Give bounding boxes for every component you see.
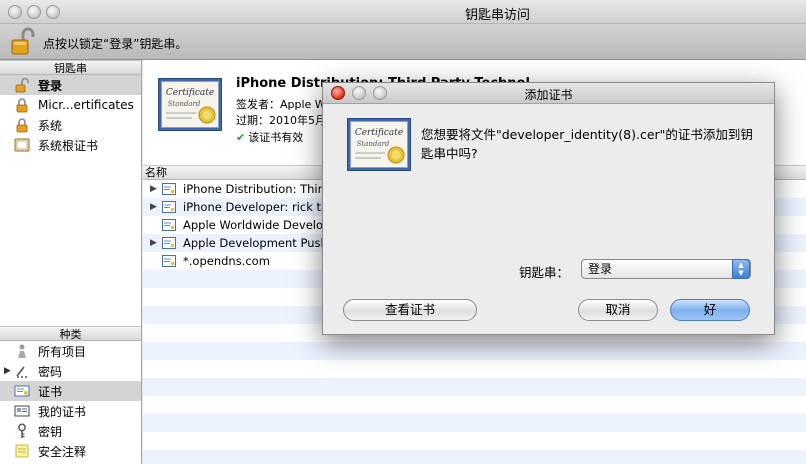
certificate-icon xyxy=(162,255,176,267)
lock-open-icon[interactable] xyxy=(9,27,37,57)
certificate-icon xyxy=(162,201,176,213)
certificate-status: ✔ 该证书有效 xyxy=(236,129,303,145)
sidebar-keychain-microsoft-certificates[interactable]: Micr...ertificates xyxy=(0,95,141,115)
disclosure-triangle-icon[interactable]: ▶ xyxy=(150,202,157,212)
categories-header: 种类 xyxy=(0,326,141,341)
window-title: 钥匙串访问 xyxy=(465,8,531,23)
toolbar: 点按以锁定“登录”钥匙串。 xyxy=(0,24,806,60)
empty-row xyxy=(143,432,806,450)
keychains-section: 钥匙串 登录 Micr...ertificates 系统 系统根证书 xyxy=(0,60,141,326)
cabinet-icon xyxy=(14,137,30,153)
up-down-arrows-icon: ▲ ▼ xyxy=(732,259,750,279)
my-certificate-icon xyxy=(14,403,30,419)
sidebar-item-label: Micr...ertificates xyxy=(38,98,134,112)
row-label: Apple Development Push xyxy=(183,236,328,250)
sidebar-item-label: 系统根证书 xyxy=(38,138,99,153)
certificate-icon xyxy=(162,237,176,249)
sidebar-category-passwords[interactable]: ▶ 密码 xyxy=(0,361,141,381)
sidebar-category-keys[interactable]: 密钥 xyxy=(0,421,141,441)
sidebar-keychain-system-roots[interactable]: 系统根证书 xyxy=(0,135,141,155)
sidebar-category-certificates[interactable]: 证书 xyxy=(0,381,141,401)
keychains-header: 钥匙串 xyxy=(0,60,141,75)
svg-text:Standard: Standard xyxy=(168,100,201,108)
cancel-button[interactable]: 取消 xyxy=(578,299,658,321)
sidebar-category-secure-notes[interactable]: 安全注释 xyxy=(0,441,141,461)
row-label: *.opendns.com xyxy=(183,254,270,268)
password-icon xyxy=(14,363,30,379)
certificate-standard-icon: Certificate Standard xyxy=(158,78,222,131)
empty-row xyxy=(143,450,806,464)
sidebar-item-label: 密码 xyxy=(38,364,63,379)
sidebar-item-label: 安全注释 xyxy=(38,444,87,459)
row-label: iPhone Developer: rick tan xyxy=(183,200,336,214)
sidebar-category-all-items[interactable]: 所有项目 xyxy=(0,341,141,361)
view-certificate-button[interactable]: 查看证书 xyxy=(343,299,477,321)
certificate-icon xyxy=(162,183,176,195)
disclosure-triangle-icon[interactable]: ▶ xyxy=(150,238,157,248)
sidebar-category-my-certificates[interactable]: 我的证书 xyxy=(0,401,141,421)
sidebar-item-label: 我的证书 xyxy=(38,404,87,419)
all-items-icon xyxy=(14,343,30,359)
categories-section: 种类 所有项目 ▶ 密码 证书 我的证书 密钥 安全注释 xyxy=(0,326,141,461)
secure-note-icon xyxy=(14,443,30,459)
sidebar-keychain-system[interactable]: 系统 xyxy=(0,115,141,135)
lock-icon xyxy=(14,117,30,133)
empty-row xyxy=(143,378,806,396)
certificate-issuer: 签发者：Apple W xyxy=(236,98,326,111)
sidebar-item-label: 登录 xyxy=(38,78,63,93)
dialog-title: 添加证书 xyxy=(524,88,573,102)
add-certificate-dialog: 添加证书 Certificate Standard 您想要将文件"develop… xyxy=(322,82,775,335)
sidebar-item-label: 密钥 xyxy=(38,424,63,439)
keychain-select[interactable]: 登录 ▲ ▼ xyxy=(581,259,751,279)
row-label: iPhone Distribution: Think xyxy=(183,182,332,196)
sidebar-keychain-login[interactable]: 登录 xyxy=(0,75,141,95)
empty-row xyxy=(143,360,806,378)
sidebar-item-label: 证书 xyxy=(38,384,63,399)
svg-text:Certificate: Certificate xyxy=(166,88,214,98)
dialog-question: 您想要将文件"developer_identity(8).cer"的证书添加到钥… xyxy=(421,127,753,161)
disclosure-triangle-icon[interactable]: ▶ xyxy=(4,366,11,376)
lock-hint-text: 点按以锁定“登录”钥匙串。 xyxy=(43,37,188,51)
certificate-standard-icon: Certificate Standard xyxy=(347,118,411,171)
empty-row xyxy=(143,396,806,414)
row-label: Apple Worldwide Develope xyxy=(183,218,338,232)
lock-icon xyxy=(14,97,30,113)
sidebar-item-label: 系统 xyxy=(38,118,63,133)
key-icon xyxy=(14,423,30,439)
empty-row xyxy=(143,414,806,432)
keychain-select-value: 登录 xyxy=(588,262,613,276)
lock-open-icon xyxy=(14,77,30,93)
svg-text:Certificate: Certificate xyxy=(355,128,403,138)
keychain-label: 钥匙串： xyxy=(519,265,570,280)
certificate-icon xyxy=(14,383,30,399)
check-icon: ✔ xyxy=(236,131,246,144)
svg-text:Standard: Standard xyxy=(357,140,390,148)
certificate-icon xyxy=(162,219,176,231)
window-titlebar: 钥匙串访问 xyxy=(0,0,806,24)
ok-button[interactable]: 好 xyxy=(670,299,750,321)
sidebar: 钥匙串 登录 Micr...ertificates 系统 系统根证书 种类 所有… xyxy=(0,60,142,464)
certificate-expiry: 过期：2010年5月 xyxy=(236,114,326,127)
disclosure-triangle-icon[interactable]: ▶ xyxy=(150,184,157,194)
empty-row xyxy=(143,342,806,360)
dialog-titlebar: 添加证书 xyxy=(323,83,774,104)
certificate-status-text: 该证书有效 xyxy=(248,131,304,144)
sidebar-item-label: 所有项目 xyxy=(38,344,87,359)
